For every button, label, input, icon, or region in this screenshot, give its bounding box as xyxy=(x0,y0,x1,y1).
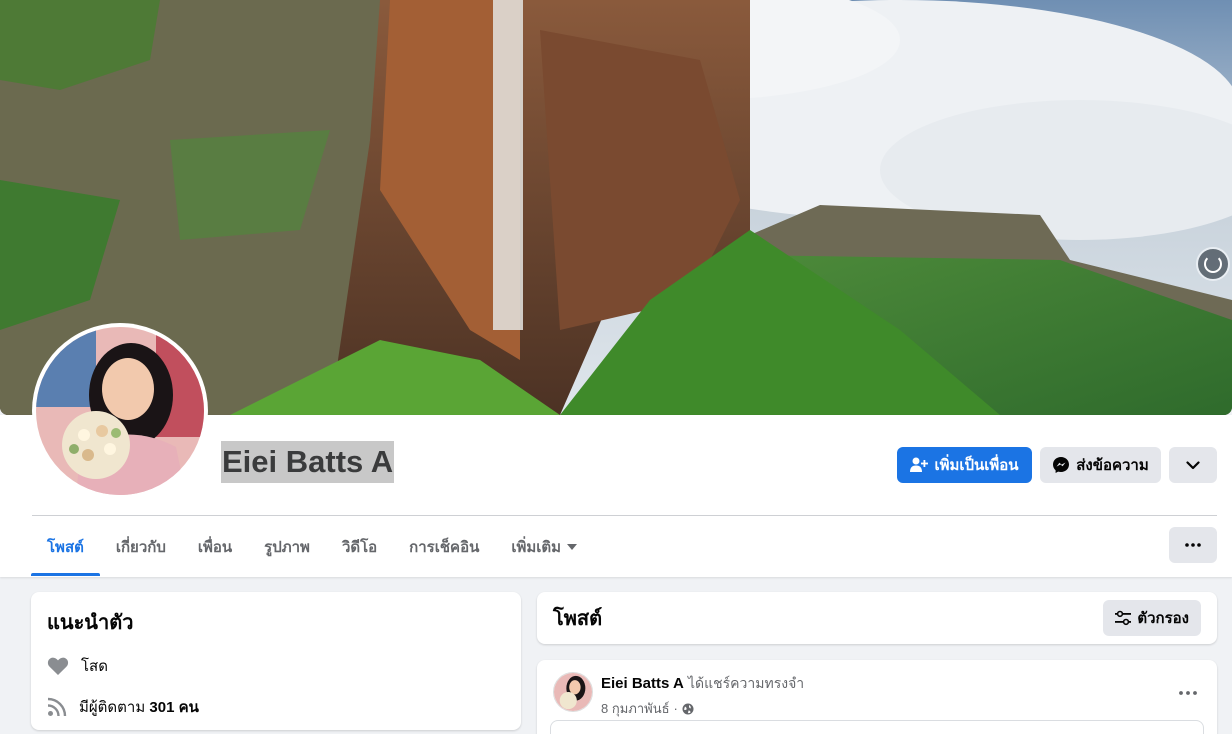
caret-down-icon xyxy=(567,544,578,550)
posts-title: โพสต์ xyxy=(553,608,603,630)
chevron-down-icon xyxy=(1186,460,1200,469)
add-friend-icon xyxy=(910,457,929,472)
more-horizontal-icon xyxy=(1185,543,1201,547)
filter-button[interactable]: ตัวกรอง xyxy=(1103,600,1201,636)
header-divider xyxy=(32,515,1217,516)
relationship-status: โสด xyxy=(81,658,108,675)
post-options-button[interactable] xyxy=(1179,678,1197,701)
message-label: ส่งข้อความ xyxy=(1076,457,1149,474)
posts-header-card: โพสต์ ตัวกรอง xyxy=(537,592,1217,644)
tab-photos[interactable]: รูปภาพ xyxy=(248,518,326,576)
followers-row[interactable]: มีผู้ติดตาม 301 คน xyxy=(47,693,505,721)
tab-about[interactable]: เกี่ยวกับ xyxy=(100,518,182,576)
filter-label: ตัวกรอง xyxy=(1137,610,1189,627)
cover-control-icon[interactable] xyxy=(1196,247,1230,281)
add-friend-button[interactable]: เพิ่มเป็นเพื่อน xyxy=(897,447,1032,483)
more-horizontal-icon xyxy=(1179,691,1197,695)
filter-icon xyxy=(1115,610,1132,626)
messenger-icon xyxy=(1053,457,1070,473)
post-timestamp-row: 8 กุมภาพันธ์ · xyxy=(601,698,804,719)
tab-more[interactable]: เพิ่มเติม xyxy=(495,518,593,576)
tab-checkins[interactable]: การเช็คอิน xyxy=(393,518,495,576)
profile-photo-image xyxy=(36,327,204,495)
shared-memory-preview[interactable] xyxy=(550,720,1204,734)
profile-tabs: โพสต์ เกี่ยวกับ เพื่อน รูปภาพ วิดีโอ การ… xyxy=(31,518,593,576)
post-action-text: ได้แชร์ความทรงจำ xyxy=(687,675,805,691)
post-date[interactable]: 8 กุมภาพันธ์ xyxy=(601,698,670,719)
tabs-more-options-button[interactable] xyxy=(1169,527,1217,563)
message-button[interactable]: ส่งข้อความ xyxy=(1040,447,1161,483)
add-friend-label: เพิ่มเป็นเพื่อน xyxy=(934,457,1019,474)
tab-posts[interactable]: โพสต์ xyxy=(31,518,100,576)
rss-followers-icon xyxy=(47,697,67,717)
post-card: Eiei Batts A ได้แชร์ความทรงจำ 8 กุมภาพัน… xyxy=(537,660,1217,734)
heart-icon xyxy=(47,657,69,675)
post-author-avatar[interactable] xyxy=(553,672,593,712)
tab-videos[interactable]: วิดีโอ xyxy=(326,518,393,576)
post-avatar-image xyxy=(554,673,592,711)
tab-friends[interactable]: เพื่อน xyxy=(182,518,248,576)
post-date-separator: · xyxy=(673,701,678,716)
public-globe-icon[interactable] xyxy=(682,703,694,715)
intro-title: แนะนำตัว xyxy=(47,612,134,634)
more-actions-button[interactable] xyxy=(1169,447,1217,483)
intro-card: แนะนำตัว โสด มีผู้ติดตาม 301 คน xyxy=(31,592,521,730)
profile-picture[interactable] xyxy=(32,323,208,499)
relationship-row: โสด xyxy=(47,652,505,680)
followers-text: มีผู้ติดตาม 301 คน xyxy=(79,699,199,716)
post-author-name[interactable]: Eiei Batts A xyxy=(601,675,684,692)
profile-name: Eiei Batts A xyxy=(221,441,395,483)
